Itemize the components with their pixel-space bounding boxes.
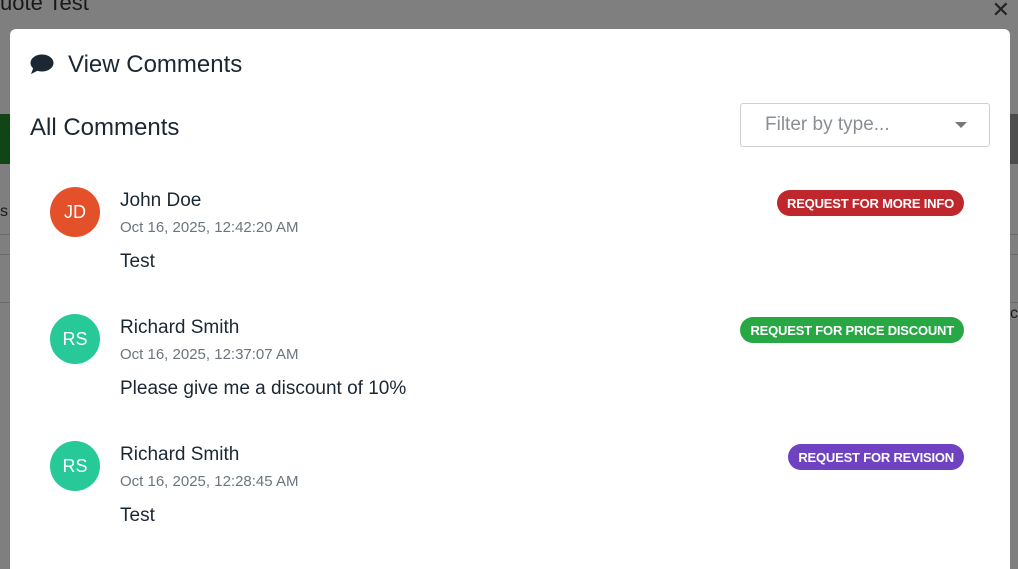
comment-author: Richard Smith (120, 444, 240, 465)
comment-timestamp: Oct 16, 2025, 12:37:07 AM (120, 346, 299, 363)
section-title: All Comments (30, 114, 180, 141)
chevron-down-icon (955, 122, 967, 128)
avatar: RS (50, 441, 100, 491)
comment-text: Test (120, 251, 155, 272)
modal-title: View Comments (68, 51, 243, 78)
comment-type-badge: REQUEST FOR MORE INFO (777, 190, 964, 216)
comment-text: Test (120, 505, 155, 526)
comment-text: Please give me a discount of 10% (120, 378, 407, 399)
close-icon[interactable]: ✕ (992, 0, 1010, 24)
comment-icon (30, 54, 54, 76)
comment-type-badge: REQUEST FOR PRICE DISCOUNT (740, 317, 964, 343)
comment-list: JD John Doe Oct 16, 2025, 12:42:20 AM Te… (50, 187, 964, 568)
view-comments-modal: View Comments All Comments Filter by typ… (10, 29, 1010, 569)
filter-type-dropdown[interactable]: Filter by type... (740, 103, 990, 147)
modal-header: View Comments (30, 51, 242, 79)
comment-item: JD John Doe Oct 16, 2025, 12:42:20 AM Te… (50, 187, 964, 314)
comment-item: RS Richard Smith Oct 16, 2025, 12:28:45 … (50, 441, 964, 568)
comment-type-badge: REQUEST FOR REVISION (788, 444, 964, 470)
comment-timestamp: Oct 16, 2025, 12:28:45 AM (120, 473, 299, 490)
avatar: JD (50, 187, 100, 237)
avatar: RS (50, 314, 100, 364)
comment-author: John Doe (120, 190, 202, 211)
comment-timestamp: Oct 16, 2025, 12:42:20 AM (120, 219, 299, 236)
filter-placeholder: Filter by type... (765, 114, 890, 135)
comment-author: Richard Smith (120, 317, 240, 338)
comment-item: RS Richard Smith Oct 16, 2025, 12:37:07 … (50, 314, 964, 441)
